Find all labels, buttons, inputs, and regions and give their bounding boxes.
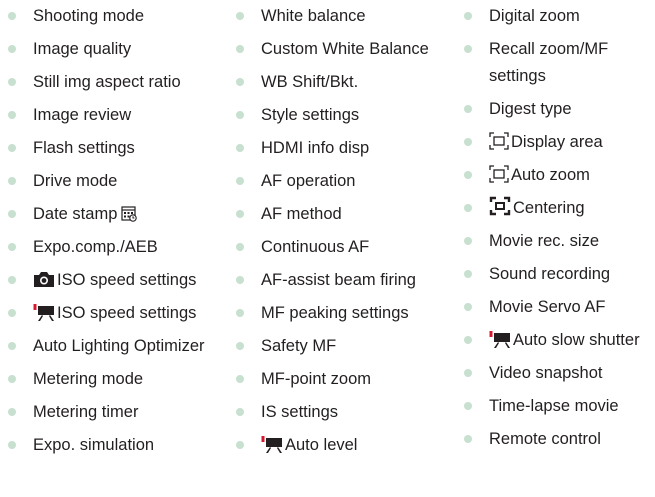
item-label: Expo. simulation [33, 436, 155, 454]
list-item-shooting-mode: Shooting mode [8, 3, 223, 30]
column-2: White balance Custom White Balance WB Sh… [236, 0, 458, 459]
list-item-af-method: AF method [236, 201, 458, 228]
list-item-auto-lighting-optimizer: Auto Lighting Optimizer [8, 333, 223, 360]
item-label: Movie rec. size [489, 232, 600, 250]
list-item-drive-mode: Drive mode [8, 168, 223, 195]
date-stamp-icon [121, 205, 138, 222]
item-label: Shooting mode [33, 7, 144, 25]
list-item-style-settings: Style settings [236, 102, 458, 129]
item-label: Auto slow shutter [513, 331, 640, 349]
centering-icon [489, 196, 511, 216]
item-label: IS settings [261, 403, 339, 421]
movie-camera-icon [33, 303, 55, 321]
list-item-mf-peaking: MF peaking settings [236, 300, 458, 327]
item-label: ISO speed settings [57, 304, 197, 322]
column-3: Digital zoom Recall zoom/MF settings Dig… [464, 0, 655, 453]
list-item-digital-zoom: Digital zoom [464, 3, 655, 30]
item-label: Auto zoom [511, 166, 590, 184]
list-item-metering-mode: Metering mode [8, 366, 223, 393]
list-item-white-balance: White balance [236, 3, 458, 30]
item-label: Digital zoom [489, 7, 580, 25]
item-label: MF-point zoom [261, 370, 372, 388]
item-label: Expo.comp./AEB [33, 238, 158, 256]
list-item-auto-slow-shutter: Auto slow shutter [464, 327, 655, 354]
item-list: Shooting mode Image quality Still img as… [8, 3, 223, 459]
item-label: Image quality [33, 40, 132, 58]
list-item-flash-settings: Flash settings [8, 135, 223, 162]
item-label: Image review [33, 106, 132, 124]
item-label: Safety MF [261, 337, 337, 355]
item-label: AF method [261, 205, 342, 223]
list-item-af-assist-beam: AF-assist beam firing [236, 267, 458, 294]
list-item-movie-servo-af: Movie Servo AF [464, 294, 655, 321]
list-item-iso-speed-movie: ISO speed settings [8, 300, 223, 327]
item-list: White balance Custom White Balance WB Sh… [236, 3, 458, 459]
item-label: White balance [261, 7, 366, 25]
list-item-date-stamp: Date stamp [8, 201, 223, 228]
item-label: Video snapshot [489, 364, 603, 382]
list-item-safety-mf: Safety MF [236, 333, 458, 360]
zoom-frame-icon [489, 165, 509, 183]
list-item-image-review: Image review [8, 102, 223, 129]
item-list: Digital zoom Recall zoom/MF settings Dig… [464, 3, 655, 453]
list-item-recall-zoom-mf: Recall zoom/MF settings [464, 36, 655, 90]
item-label: Flash settings [33, 139, 135, 157]
camera-icon [33, 270, 55, 288]
item-label: WB Shift/Bkt. [261, 73, 359, 91]
list-item-digest-type: Digest type [464, 96, 655, 123]
movie-camera-icon [261, 435, 283, 453]
list-item-wb-shift-bkt: WB Shift/Bkt. [236, 69, 458, 96]
list-item-af-operation: AF operation [236, 168, 458, 195]
item-label: MF peaking settings [261, 304, 409, 322]
list-item-custom-white-balance: Custom White Balance [236, 36, 458, 63]
item-label: Recall zoom/MF settings [489, 40, 609, 85]
item-label: Sound recording [489, 265, 611, 283]
list-item-iso-speed-still: ISO speed settings [8, 267, 223, 294]
list-item-metering-timer: Metering timer [8, 399, 223, 426]
list-item-display-area: Display area [464, 129, 655, 156]
item-label: Drive mode [33, 172, 118, 190]
list-item-remote-control: Remote control [464, 426, 655, 453]
list-item-expo-simulation: Expo. simulation [8, 432, 223, 459]
item-label: AF operation [261, 172, 356, 190]
list-item-time-lapse-movie: Time-lapse movie [464, 393, 655, 420]
item-label: Display area [511, 133, 603, 151]
list-item-movie-rec-size: Movie rec. size [464, 228, 655, 255]
list-item-hdmi-info-disp: HDMI info disp [236, 135, 458, 162]
list-item-is-settings: IS settings [236, 399, 458, 426]
item-label: Style settings [261, 106, 360, 124]
list-item-auto-zoom: Auto zoom [464, 162, 655, 189]
list-item-expo-comp-aeb: Expo.comp./AEB [8, 234, 223, 261]
column-1: Shooting mode Image quality Still img as… [8, 0, 223, 459]
item-label: Time-lapse movie [489, 397, 619, 415]
zoom-frame-icon [489, 132, 509, 150]
item-label: Date stamp [33, 205, 118, 223]
list-item-still-img-aspect-ratio: Still img aspect ratio [8, 69, 223, 96]
item-label: Auto Lighting Optimizer [33, 337, 205, 355]
item-label: Still img aspect ratio [33, 73, 181, 91]
item-label: Movie Servo AF [489, 298, 606, 316]
item-label: HDMI info disp [261, 139, 370, 157]
item-label: ISO speed settings [57, 271, 197, 289]
list-item-centering: Centering [464, 195, 655, 222]
item-label: Centering [513, 199, 585, 217]
list-item-image-quality: Image quality [8, 36, 223, 63]
item-label: Custom White Balance [261, 40, 429, 58]
list-item-auto-level: Auto level [236, 432, 458, 459]
item-label: Auto level [285, 436, 358, 454]
item-label: Continuous AF [261, 238, 370, 256]
item-label: Metering timer [33, 403, 139, 421]
item-label: AF-assist beam firing [261, 271, 416, 289]
list-item-sound-recording: Sound recording [464, 261, 655, 288]
list-item-mf-point-zoom: MF-point zoom [236, 366, 458, 393]
list-item-video-snapshot: Video snapshot [464, 360, 655, 387]
list-item-continuous-af: Continuous AF [236, 234, 458, 261]
movie-camera-icon [489, 330, 511, 348]
item-label: Digest type [489, 100, 572, 118]
item-label: Metering mode [33, 370, 144, 388]
item-label: Remote control [489, 430, 601, 448]
